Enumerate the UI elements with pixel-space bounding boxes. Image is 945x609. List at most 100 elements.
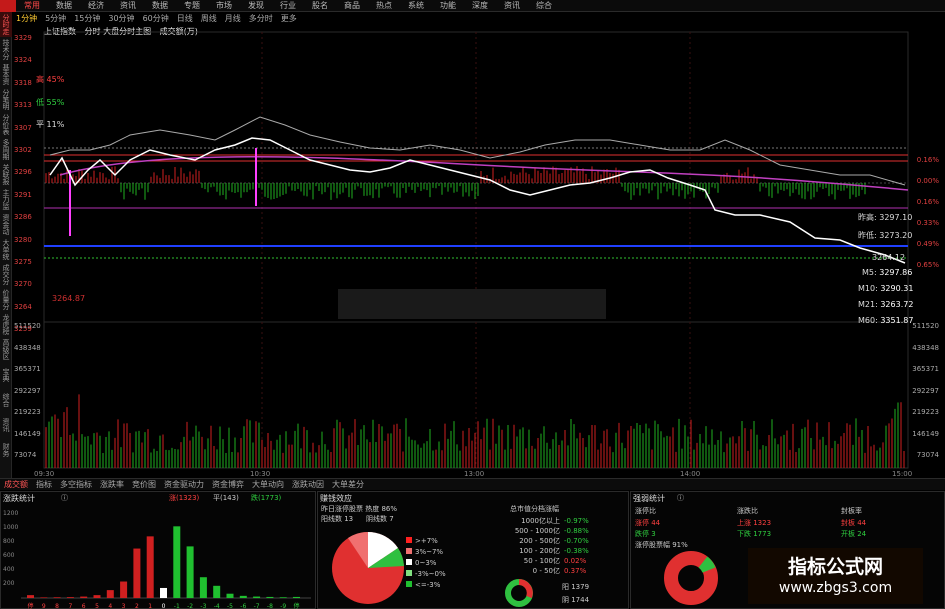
price-tick-left: 3264	[14, 302, 32, 311]
indicator-tab-4[interactable]: 竞价图	[128, 479, 160, 490]
indicator-tab-3[interactable]: 涨跌率	[96, 479, 128, 490]
ma10-value: 3290.31	[880, 284, 914, 293]
zd-up: 上涨 1323	[737, 519, 772, 527]
updown-bar	[239, 595, 247, 598]
indicator-tab-6[interactable]: 资金博弈	[208, 479, 248, 490]
updown-bar	[186, 546, 194, 598]
cap-row: 50 - 100亿 0.02%	[498, 556, 608, 566]
legend-swatch	[406, 581, 412, 587]
price-tick-left: 3275	[14, 258, 32, 266]
updown-bin-label: -1	[174, 603, 180, 609]
cap-row: 200 - 500亿 -0.70%	[498, 536, 608, 546]
price-tick-left: 3286	[14, 213, 32, 222]
updown-bar	[279, 597, 287, 598]
left-low-label: 3264.87	[52, 294, 86, 303]
strength-donut	[664, 551, 718, 605]
updown-bar	[160, 587, 167, 598]
cap-row-label: 100 - 200亿	[519, 547, 560, 555]
updown-bin-label: -6	[240, 603, 246, 609]
yang-total: 阳 1379	[562, 583, 590, 591]
ma5-row: M5: 3297.86	[862, 268, 913, 277]
money-pie	[332, 531, 404, 604]
legend-swatch	[406, 570, 412, 576]
updown-bin-label: 8	[55, 603, 59, 609]
ma-last-label: 3264.12	[872, 253, 906, 262]
updown-bar	[293, 596, 300, 598]
indicator-tab-9[interactable]: 大单差分	[328, 479, 368, 490]
volume-tick-left: 365371	[14, 365, 41, 373]
updown-bar	[40, 597, 48, 598]
ma60-name: M60	[858, 316, 876, 325]
cap-row: 0 - 50亿 0.37%	[498, 566, 608, 576]
time-tick: 14:00	[680, 470, 701, 478]
updown-bin-label: -4	[214, 603, 220, 609]
updown-bar	[266, 596, 274, 598]
indicator-tab-5[interactable]: 资金驱动力	[160, 479, 208, 490]
indicator-tab-2[interactable]: 多空指标	[56, 479, 96, 490]
ma5-value: 3297.86	[879, 268, 913, 277]
updown-bar	[173, 526, 181, 598]
indicator-tab-0[interactable]: 成交额	[0, 479, 32, 490]
updown-bar	[53, 597, 61, 598]
yesterday-zt: 昨日涨停股票 热度 86%	[321, 505, 398, 513]
cap-row-value: -0.88%	[564, 527, 589, 535]
updown-bar	[226, 593, 234, 598]
updown-bin-label: -5	[227, 603, 233, 609]
zt-up: 涨停 44	[635, 519, 661, 527]
time-tick: 10:30	[250, 470, 271, 478]
zt-down: 跌停 3	[635, 530, 656, 538]
time-tick: 13:00	[464, 470, 485, 478]
updown-bar	[27, 595, 34, 598]
indicator-tab-7[interactable]: 大单动向	[248, 479, 288, 490]
updown-bin-label: 6	[82, 603, 86, 609]
volume-tick-right: 219223	[912, 408, 939, 416]
price-tick-left: 3291	[14, 190, 32, 199]
updown-panel: 涨跌统计 ⓘ 涨(1323) 平(143) 跌(1773) 1200 1000 80…	[0, 491, 316, 609]
red-rate-label: 高 45%	[36, 75, 65, 84]
indicator-tab-8[interactable]: 涨跌动因	[288, 479, 328, 490]
cap-row-value: 0.02%	[564, 557, 587, 565]
volume-tick-right: 146149	[912, 429, 939, 438]
cap-row-label: 1000亿以上	[521, 517, 560, 525]
money-legend-item: 3%~7%	[406, 547, 443, 557]
updown-bar	[253, 596, 261, 598]
volume-tick-left: 511520	[14, 322, 41, 330]
price-tick-left: 3307	[14, 123, 32, 132]
strength-info-icon[interactable]: ⓘ	[677, 493, 684, 503]
legend-label: <=-3%	[415, 581, 441, 589]
ma21-value: 3263.72	[880, 300, 914, 309]
indicator-tab-1[interactable]: 指标	[32, 479, 56, 490]
legend-swatch	[406, 559, 412, 565]
cap-row-value: -0.97%	[564, 517, 589, 525]
ma21-row: M21: 3263.72	[858, 300, 914, 309]
volume-tick-right: 438348	[912, 343, 939, 352]
updown-bar	[146, 536, 154, 598]
volume-tick-left: 438348	[14, 343, 41, 352]
price-tick-left: 3296	[14, 168, 32, 177]
cap-row: 500 - 1000亿 -0.88%	[498, 526, 608, 536]
time-tick: 15:00	[892, 470, 913, 478]
updown-bin-label: 2	[135, 603, 139, 609]
money-legend-item: <=-3%	[406, 580, 440, 590]
price-tick-right: 0.16%	[916, 156, 939, 164]
updown-bar	[93, 595, 101, 598]
cap-row-label: 200 - 500亿	[519, 537, 560, 545]
ma60-value: 3351.87	[880, 316, 914, 325]
price-tick-right: 0.49%	[916, 240, 939, 248]
watermark-url: www.zbgs3.com	[778, 580, 893, 596]
money-effect-panel: 赚钱效应 昨日涨停股票 热度 86% 阳线数 13 阴线数 7 >+7% 3%~7…	[317, 491, 629, 609]
yangyin-ring	[505, 579, 533, 607]
strength-title: 强弱统计	[633, 494, 665, 503]
cap-row-label: 500 - 1000亿	[514, 527, 560, 535]
updown-bin-label: -2	[187, 603, 193, 609]
ma10-row: M10: 3290.31	[858, 284, 914, 293]
yesterday-high-label: 昨高: 3297.10	[858, 213, 913, 222]
updown-bin-label: 停	[293, 602, 299, 609]
price-tick-left: 3329	[14, 34, 32, 42]
updown-bin-label: 1	[148, 603, 152, 609]
money-legend-item: >+7%	[406, 536, 438, 546]
ma5-name: M5	[862, 268, 874, 277]
cap-row-value: 0.37%	[564, 567, 587, 575]
updown-bar	[133, 548, 141, 598]
cap-row: 100 - 200亿 -0.38%	[498, 546, 608, 556]
